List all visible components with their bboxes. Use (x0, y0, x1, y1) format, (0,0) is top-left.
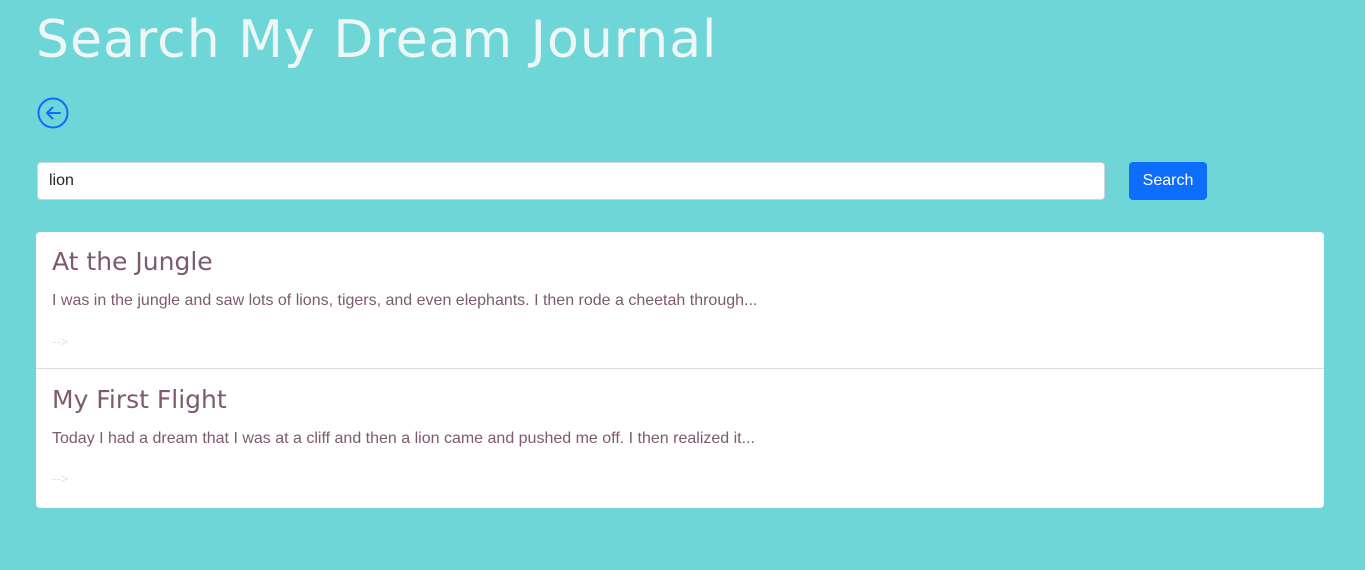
result-link-arrow[interactable]: --> (52, 334, 68, 350)
result-snippet: I was in the jungle and saw lots of lion… (52, 292, 758, 309)
results-list: At the Jungle I was in the jungle and sa… (36, 232, 1324, 508)
result-link-arrow[interactable]: --> (52, 471, 68, 487)
back-button[interactable] (37, 97, 69, 129)
list-item[interactable]: My First Flight Today I had a dream that… (36, 370, 1324, 508)
result-title: My First Flight (52, 385, 227, 414)
search-input[interactable] (37, 162, 1105, 200)
page-title: Search My Dream Journal (36, 10, 718, 70)
result-title: At the Jungle (52, 247, 213, 276)
list-item[interactable]: At the Jungle I was in the jungle and sa… (36, 232, 1324, 369)
search-button[interactable]: Search (1129, 162, 1207, 200)
result-snippet: Today I had a dream that I was at a clif… (52, 430, 755, 447)
arrow-left-circle-icon (37, 97, 69, 129)
